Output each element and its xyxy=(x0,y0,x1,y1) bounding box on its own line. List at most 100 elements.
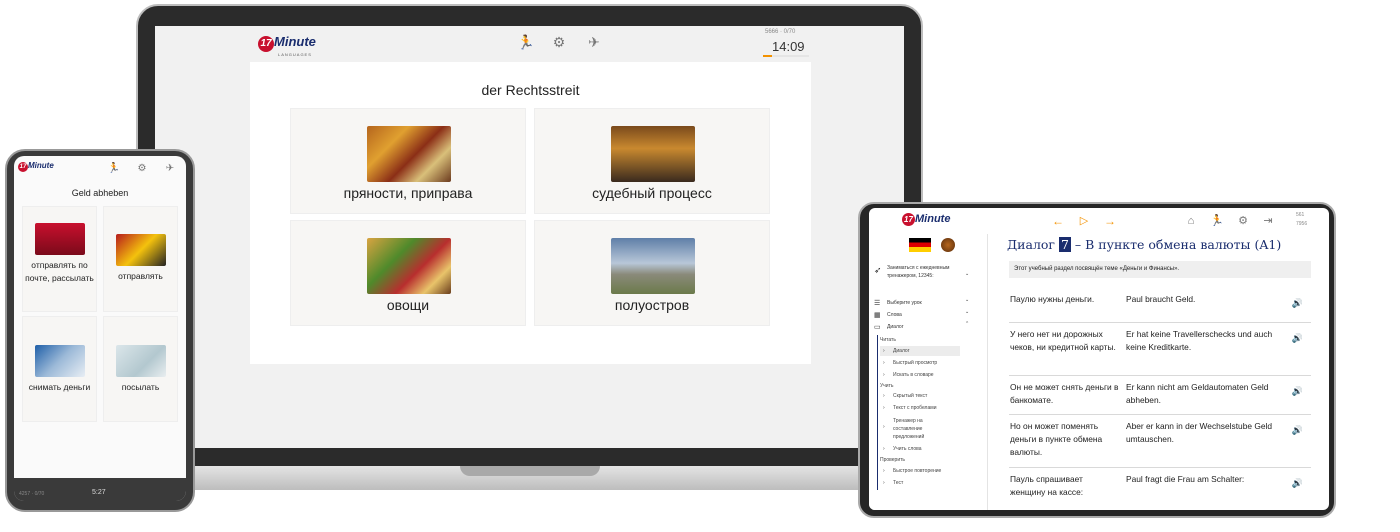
answer-label: посылать xyxy=(121,382,160,392)
answer-label: отправлять xyxy=(118,271,163,281)
brand-logo[interactable]: 17 Minute xyxy=(902,213,950,226)
chevron-right-icon: › xyxy=(883,393,885,399)
nav-item-test[interactable]: Тест xyxy=(893,480,903,486)
chevron-right-icon: › xyxy=(883,348,885,354)
person-phone-image xyxy=(116,234,166,266)
answer-card[interactable]: овощи xyxy=(290,220,526,326)
plane-off-icon[interactable]: ✈ xyxy=(162,161,178,177)
dialog-ru-text: Он не может снять деньги в банкомате. xyxy=(1010,382,1119,405)
nav-item-gap-text[interactable]: Текст с пробелами xyxy=(893,405,937,411)
german-flag-icon[interactable] xyxy=(909,238,931,252)
gear-icon[interactable]: ⚙ xyxy=(551,34,567,50)
dialog-de-text: Er kann nicht am Geldautomaten Geld abhe… xyxy=(1126,382,1269,405)
nav-item-quick-review[interactable]: Быстрое повторение xyxy=(893,468,941,474)
laptop-notch xyxy=(460,466,600,476)
dialog-de-text: Er hat keine Travellerschecks und auch k… xyxy=(1126,329,1273,352)
menu-dialog[interactable]: Диалог xyxy=(887,324,904,330)
run-icon[interactable]: 🏃 xyxy=(517,34,534,50)
speaker-icon[interactable]: 🔊 xyxy=(1292,298,1303,309)
section-heading: Проверить xyxy=(880,457,906,463)
vegetables-image xyxy=(367,238,451,294)
quiz-panel: der Rechtsstreit пряности, приправа суде… xyxy=(250,62,811,364)
words-icon: ▦ xyxy=(874,312,881,319)
run-icon[interactable]: 🏃 xyxy=(1209,213,1225,229)
timer: 14:09 xyxy=(772,39,805,54)
menu-words[interactable]: Слова xyxy=(887,312,902,318)
answer-card[interactable]: полуостров xyxy=(534,220,770,326)
nav-item-quick-view[interactable]: Быстрый просмотр xyxy=(893,360,937,366)
answer-card[interactable]: посылать xyxy=(103,316,178,422)
dialog-row: У него нет ни дорожных чеков, ни кредитн… xyxy=(1009,325,1311,376)
answer-card[interactable]: судебный процесс xyxy=(534,108,770,214)
logo-word: Minute xyxy=(28,161,54,170)
chevron-right-icon: › xyxy=(883,360,885,366)
chevron-down-icon[interactable]: ⌄ xyxy=(965,297,969,303)
menu-choose-lesson[interactable]: Выберите урок xyxy=(887,300,922,306)
stats-bottom: 7956 xyxy=(1296,221,1308,227)
chevron-down-icon[interactable]: ⌄ xyxy=(965,271,969,277)
quiz-word: der Rechtsstreit xyxy=(481,82,580,98)
gear-icon[interactable]: ⚙ xyxy=(134,161,150,177)
answer-label: полуостров xyxy=(614,297,690,313)
play-icon[interactable]: ▷ xyxy=(1076,213,1092,229)
chevron-down-icon[interactable]: ⌄ xyxy=(965,309,969,315)
answer-card[interactable]: отправлять xyxy=(103,206,178,312)
nav-item-sentence-trainer[interactable]: Тренажер на составление предложений xyxy=(893,417,943,441)
dialog-de-text: Aber er kann in der Wechselstube Geld um… xyxy=(1126,421,1273,444)
dialog-title-suffix: – В пункте обмена валюты (A1) xyxy=(1074,237,1282,252)
dialog-icon: ▭ xyxy=(874,324,881,331)
section-heading: Учить xyxy=(880,383,894,389)
logout-icon[interactable]: ⇥ xyxy=(1260,213,1276,229)
plane-off-icon[interactable]: ✈ xyxy=(586,34,602,50)
brand-logo[interactable]: 17 Minute xyxy=(18,161,54,172)
dialog-ru-text: Паулю нужны деньги. xyxy=(1010,294,1095,304)
nav-item-dialog[interactable]: Диалог xyxy=(893,348,910,354)
chevron-right-icon: › xyxy=(883,405,885,411)
answer-label: пряности, приправа xyxy=(343,185,473,201)
dialog-ru-text: Пауль спрашивает женщину на кассе: xyxy=(1010,474,1084,497)
speaker-icon[interactable]: 🔊 xyxy=(1292,425,1303,436)
answer-card[interactable]: отправлять по почте, рассылать xyxy=(22,206,97,312)
gear-icon[interactable]: ⚙ xyxy=(1235,213,1251,229)
nav-item-learn-words[interactable]: Учить слова xyxy=(893,446,922,452)
dialog-number-badge: 7 xyxy=(1058,237,1071,252)
mailbox-image xyxy=(35,223,85,255)
home-icon[interactable]: ⌂ xyxy=(1183,213,1199,229)
peninsula-image xyxy=(611,238,695,294)
dialog-de-text: Paul braucht Geld. xyxy=(1126,294,1196,304)
dialog-row: Пауль спрашивает женщину на кассе: Paul … xyxy=(1009,470,1311,508)
next-arrow-icon[interactable]: → xyxy=(1102,213,1118,229)
answer-label: снимать деньги xyxy=(28,382,91,392)
dialog-ru-text: Но он может поменять деньги в пункте обм… xyxy=(1010,421,1103,457)
nav-item-hidden-text[interactable]: Скрытый текст xyxy=(893,393,927,399)
section-heading: Читать xyxy=(880,337,896,343)
timer-progress xyxy=(763,55,773,57)
brand-logo[interactable]: 17 Minute LANGUAGES xyxy=(258,34,316,57)
tablet-screen: 17 Minute ← ▷ → ⌂ 🏃 ⚙ ⇥ 561 7956 ➶ Занима… xyxy=(869,208,1329,510)
prev-arrow-icon[interactable]: ← xyxy=(1050,213,1066,229)
speaker-icon[interactable]: 🔊 xyxy=(1292,478,1303,489)
logo-number: 17 xyxy=(258,36,274,52)
timer: 5:27 xyxy=(92,489,106,496)
spices-image xyxy=(367,126,451,182)
dialog-row: Но он может поменять деньги в пункте обм… xyxy=(1009,417,1311,468)
chevron-up-icon[interactable]: ⌃ xyxy=(965,321,969,327)
logo-number: 17 xyxy=(18,162,28,172)
tutor-avatar[interactable] xyxy=(941,238,955,252)
stats-top: 561 xyxy=(1296,212,1305,218)
daily-trainer-link[interactable]: Заниматься с ежедневным тренажером, 1234… xyxy=(887,264,965,280)
answer-card[interactable]: пряности, приправа xyxy=(290,108,526,214)
speaker-icon[interactable]: 🔊 xyxy=(1292,386,1303,397)
answer-label: овощи xyxy=(386,297,430,313)
speaker-icon[interactable]: 🔊 xyxy=(1292,333,1303,344)
chevron-right-icon: › xyxy=(883,446,885,452)
run-icon[interactable]: 🏃 xyxy=(106,161,122,177)
intro-box: Этот учебный раздел посвящён теме «Деньг… xyxy=(1009,261,1311,278)
logo-word: Minute xyxy=(274,34,316,49)
logo-sub: LANGUAGES xyxy=(278,52,312,57)
answer-card[interactable]: снимать деньги xyxy=(22,316,97,422)
send-image xyxy=(116,345,166,377)
nav-item-dictionary[interactable]: Искать в словаре xyxy=(893,372,934,378)
active-item-highlight xyxy=(880,346,960,356)
dialog-title-prefix: Диалог xyxy=(1007,237,1055,252)
